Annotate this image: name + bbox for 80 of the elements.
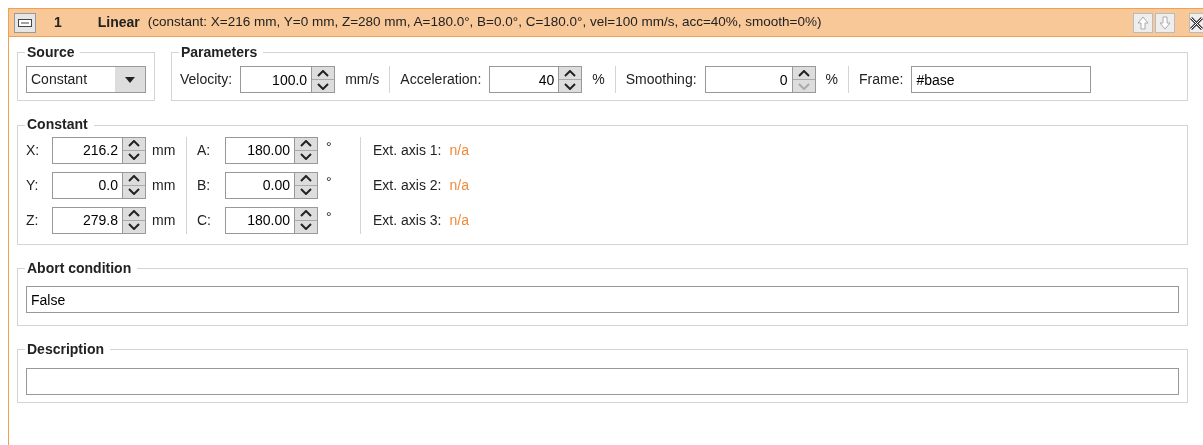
step-summary: (constant: X=216 mm, Y=0 mm, Z=280 mm, A=180.0°, B=0.0°, C=180.0°, vel=100 mm/s, acc=40%, smooth=0%) — [147, 13, 822, 32]
field-label: X: — [26, 140, 41, 160]
chevron-up-icon — [564, 69, 577, 77]
chevron-down-icon — [300, 188, 312, 196]
spin-up-button[interactable] — [312, 67, 335, 81]
spin-up-button[interactable] — [792, 67, 815, 81]
spin-up-button[interactable] — [295, 172, 317, 186]
chevron-up-icon — [128, 175, 140, 183]
number-field[interactable]: 279.8 — [52, 206, 123, 234]
field-label: B: — [197, 175, 212, 195]
step-number: 1 — [54, 13, 62, 32]
number-field[interactable]: 0.0 — [52, 171, 123, 199]
unit-label: mm/s — [345, 70, 380, 90]
unit-label: ° — [326, 207, 333, 227]
spin-up-button[interactable] — [123, 207, 145, 221]
spin-up-button[interactable] — [123, 172, 145, 186]
chevron-down-icon — [797, 82, 810, 90]
spin-up-button[interactable] — [295, 207, 317, 221]
chevron-up-icon — [317, 69, 330, 77]
field-label: Acceleration: — [400, 70, 482, 90]
field-label: Y: — [26, 175, 40, 195]
unit-label: ° — [326, 137, 333, 157]
chevron-down-icon — [300, 153, 312, 161]
number-field[interactable]: 0 — [704, 66, 793, 94]
unit-label: % — [825, 70, 839, 90]
text-field[interactable]: #base — [911, 66, 1092, 94]
group-label: Description — [26, 342, 105, 358]
axis-value: n/a — [449, 210, 469, 230]
arrow-up-icon — [1137, 15, 1149, 30]
number-field[interactable]: 40 — [489, 66, 560, 94]
chevron-down-icon — [564, 82, 577, 90]
axis-value: n/a — [449, 175, 469, 195]
close-icon — [1190, 15, 1203, 30]
field-label: Frame: — [859, 70, 904, 90]
chevron-up-icon — [128, 210, 140, 218]
group-label: Source — [26, 45, 76, 61]
collapse-button[interactable] — [14, 12, 36, 33]
number-field[interactable]: 180.00 — [225, 206, 295, 234]
close-button[interactable] — [1189, 12, 1203, 33]
text-field[interactable] — [26, 367, 1179, 395]
caret-down-icon — [125, 76, 135, 83]
number-field[interactable]: 100.0 — [240, 66, 313, 94]
chevron-down-icon — [128, 153, 140, 161]
field-label: Smoothing: — [625, 70, 697, 90]
number-field[interactable]: 180.00 — [225, 136, 295, 164]
chevron-up-icon — [300, 175, 312, 183]
number-field[interactable]: 216.2 — [52, 136, 123, 164]
field-label: Z: — [26, 210, 40, 230]
field-label: C: — [197, 210, 212, 230]
chevron-up-icon — [300, 210, 312, 218]
minus-icon — [18, 18, 32, 27]
chevron-down-icon — [300, 223, 312, 231]
chevron-up-icon — [128, 140, 140, 148]
axis-value: n/a — [449, 140, 469, 160]
field-label: Ext. axis 1: — [373, 140, 442, 160]
group-label: Parameters — [180, 45, 259, 61]
arrow-down-icon — [1159, 15, 1171, 30]
spin-up-button[interactable] — [123, 137, 145, 151]
chevron-up-icon — [797, 69, 810, 77]
spin-up-button[interactable] — [559, 67, 582, 81]
dropdown[interactable]: Constant — [26, 66, 146, 94]
chevron-up-icon — [300, 140, 312, 148]
spin-up-button[interactable] — [295, 137, 317, 151]
number-field[interactable]: 0.00 — [225, 171, 295, 199]
field-label: A: — [197, 140, 212, 160]
unit-label: mm — [152, 140, 176, 160]
group-label: Constant — [26, 117, 89, 133]
chevron-down-icon — [128, 188, 140, 196]
chevron-down-icon — [317, 82, 330, 90]
chevron-down-icon — [128, 223, 140, 231]
unit-label: mm — [152, 210, 176, 230]
group-label: Abort condition — [26, 260, 133, 277]
field-label: Ext. axis 3: — [373, 210, 442, 230]
text-field[interactable]: False — [26, 286, 1179, 314]
unit-label: % — [592, 70, 605, 90]
unit-label: ° — [326, 172, 333, 192]
unit-label: mm — [152, 175, 176, 195]
step-title: Linear — [97, 13, 140, 32]
field-label: Velocity: — [180, 70, 233, 90]
field-label: Ext. axis 2: — [373, 175, 442, 195]
